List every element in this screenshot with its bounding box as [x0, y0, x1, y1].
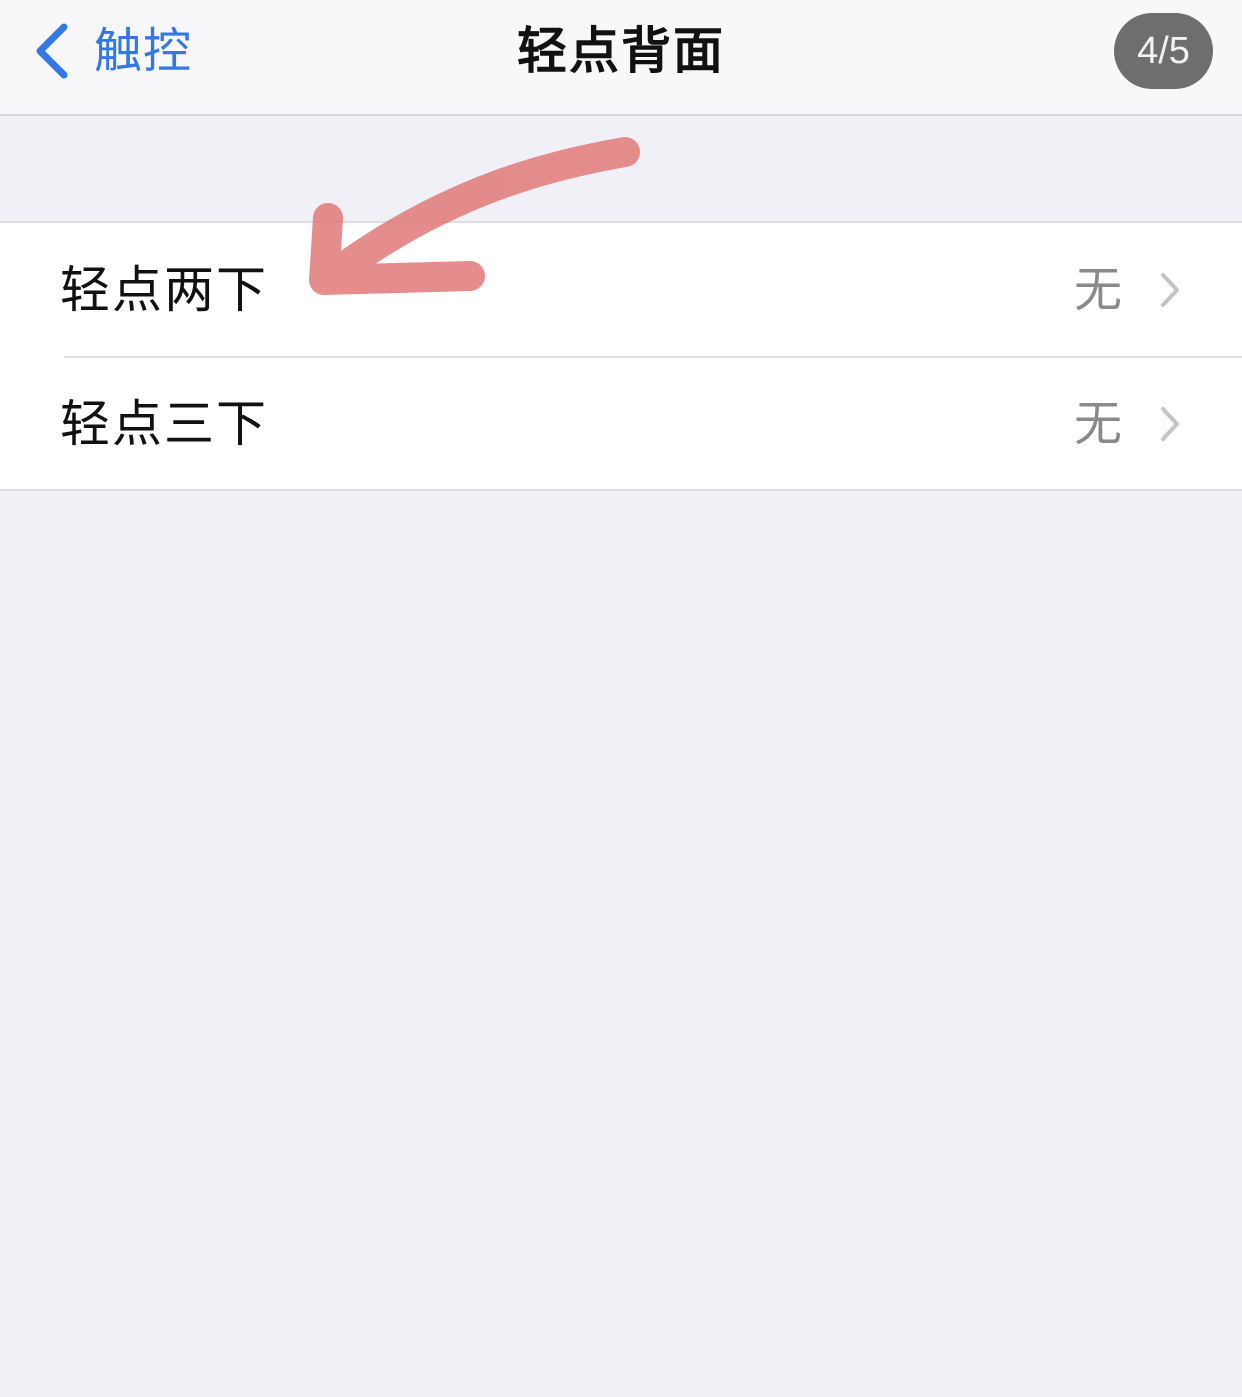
navigation-bar: 触控 轻点背面 4/5: [0, 0, 1242, 116]
list-item-value: 无: [1073, 262, 1122, 318]
list-item-triple-tap[interactable]: 轻点三下 无: [0, 357, 1242, 491]
chevron-right-icon: [1161, 407, 1179, 441]
list-item-label: 轻点两下: [60, 261, 268, 319]
page-title: 轻点背面: [517, 22, 725, 80]
page-counter-badge: 4/5: [1114, 13, 1213, 89]
list-item-double-tap[interactable]: 轻点两下 无: [0, 223, 1242, 358]
chevron-right-icon: [1161, 273, 1179, 307]
list-item-value: 无: [1073, 396, 1122, 452]
tap-options-list: 轻点两下 无 轻点三下 无: [0, 221, 1242, 491]
list-item-label: 轻点三下: [60, 395, 268, 453]
